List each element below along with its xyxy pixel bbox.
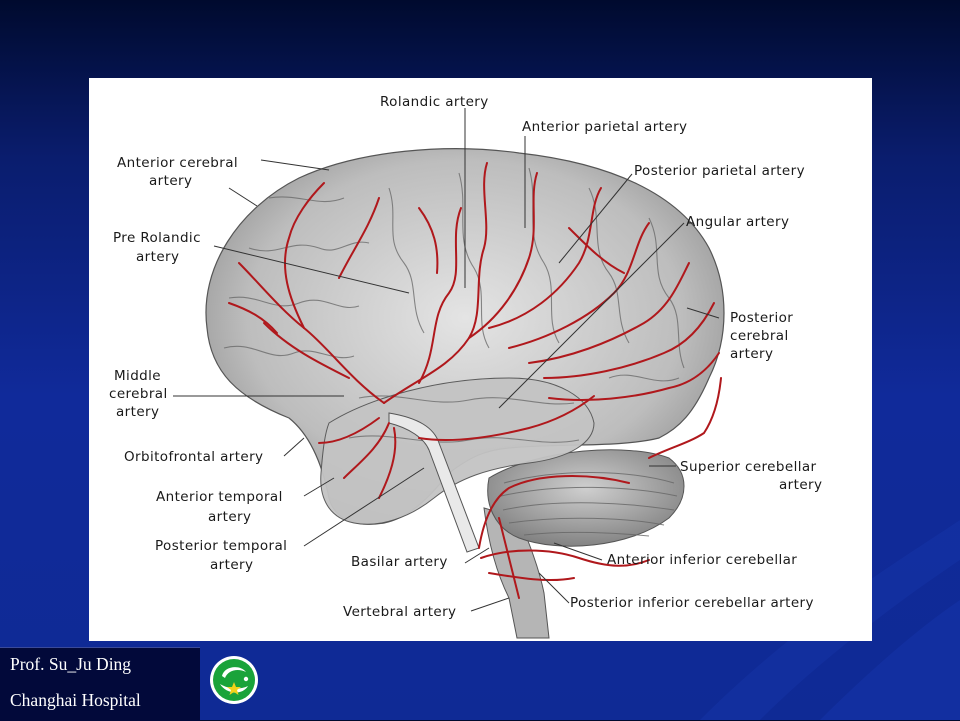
label-posterior-cerebral-1: Posterior: [730, 310, 793, 326]
label-posterior-parietal: Posterior parietal artery: [634, 163, 805, 179]
brain-artery-diagram: Rolandic artery Anterior parietal artery…: [89, 78, 872, 641]
label-anterior-cerebral-1: Anterior cerebral: [117, 155, 238, 171]
label-posterior-temporal-2: artery: [210, 557, 253, 573]
label-posterior-temporal-1: Posterior temporal: [155, 538, 287, 554]
label-posterior-inferior-cerebellar: Posterior inferior cerebellar artery: [570, 595, 814, 611]
label-angular: Angular artery: [686, 214, 789, 230]
label-basilar: Basilar artery: [351, 554, 448, 570]
label-pre-rolandic-2: artery: [136, 249, 179, 265]
label-anterior-parietal: Anterior parietal artery: [522, 119, 687, 135]
slide: Rolandic artery Anterior parietal artery…: [0, 0, 960, 721]
label-middle-cerebral-3: artery: [116, 404, 159, 420]
label-superior-cerebellar-1: Superior cerebellar: [680, 459, 817, 475]
label-anterior-inferior-cerebellar: Anterior inferior cerebellar: [607, 552, 797, 568]
label-pre-rolandic-1: Pre Rolandic: [113, 230, 201, 246]
label-anterior-temporal-1: Anterior temporal: [156, 489, 283, 505]
label-anterior-cerebral-2: artery: [149, 173, 192, 189]
diagram-canvas: Rolandic artery Anterior parietal artery…: [109, 94, 822, 639]
author-name: Prof. Su_Ju Ding: [10, 654, 132, 674]
label-middle-cerebral-1: Middle: [114, 368, 161, 384]
footer-credit: Prof. Su_Ju Ding Changhai Hospital: [0, 647, 200, 721]
label-rolandic: Rolandic artery: [380, 94, 489, 110]
hospital-logo-icon: [210, 656, 258, 704]
institution-name: Changhai Hospital: [10, 690, 141, 710]
label-posterior-cerebral-3: artery: [730, 346, 773, 362]
label-superior-cerebellar-2: artery: [779, 477, 822, 493]
label-middle-cerebral-2: cerebral: [109, 386, 168, 402]
label-anterior-temporal-2: artery: [208, 509, 251, 525]
label-orbitofrontal: Orbitofrontal artery: [124, 449, 263, 465]
label-vertebral: Vertebral artery: [343, 604, 456, 620]
label-posterior-cerebral-2: cerebral: [730, 328, 789, 344]
